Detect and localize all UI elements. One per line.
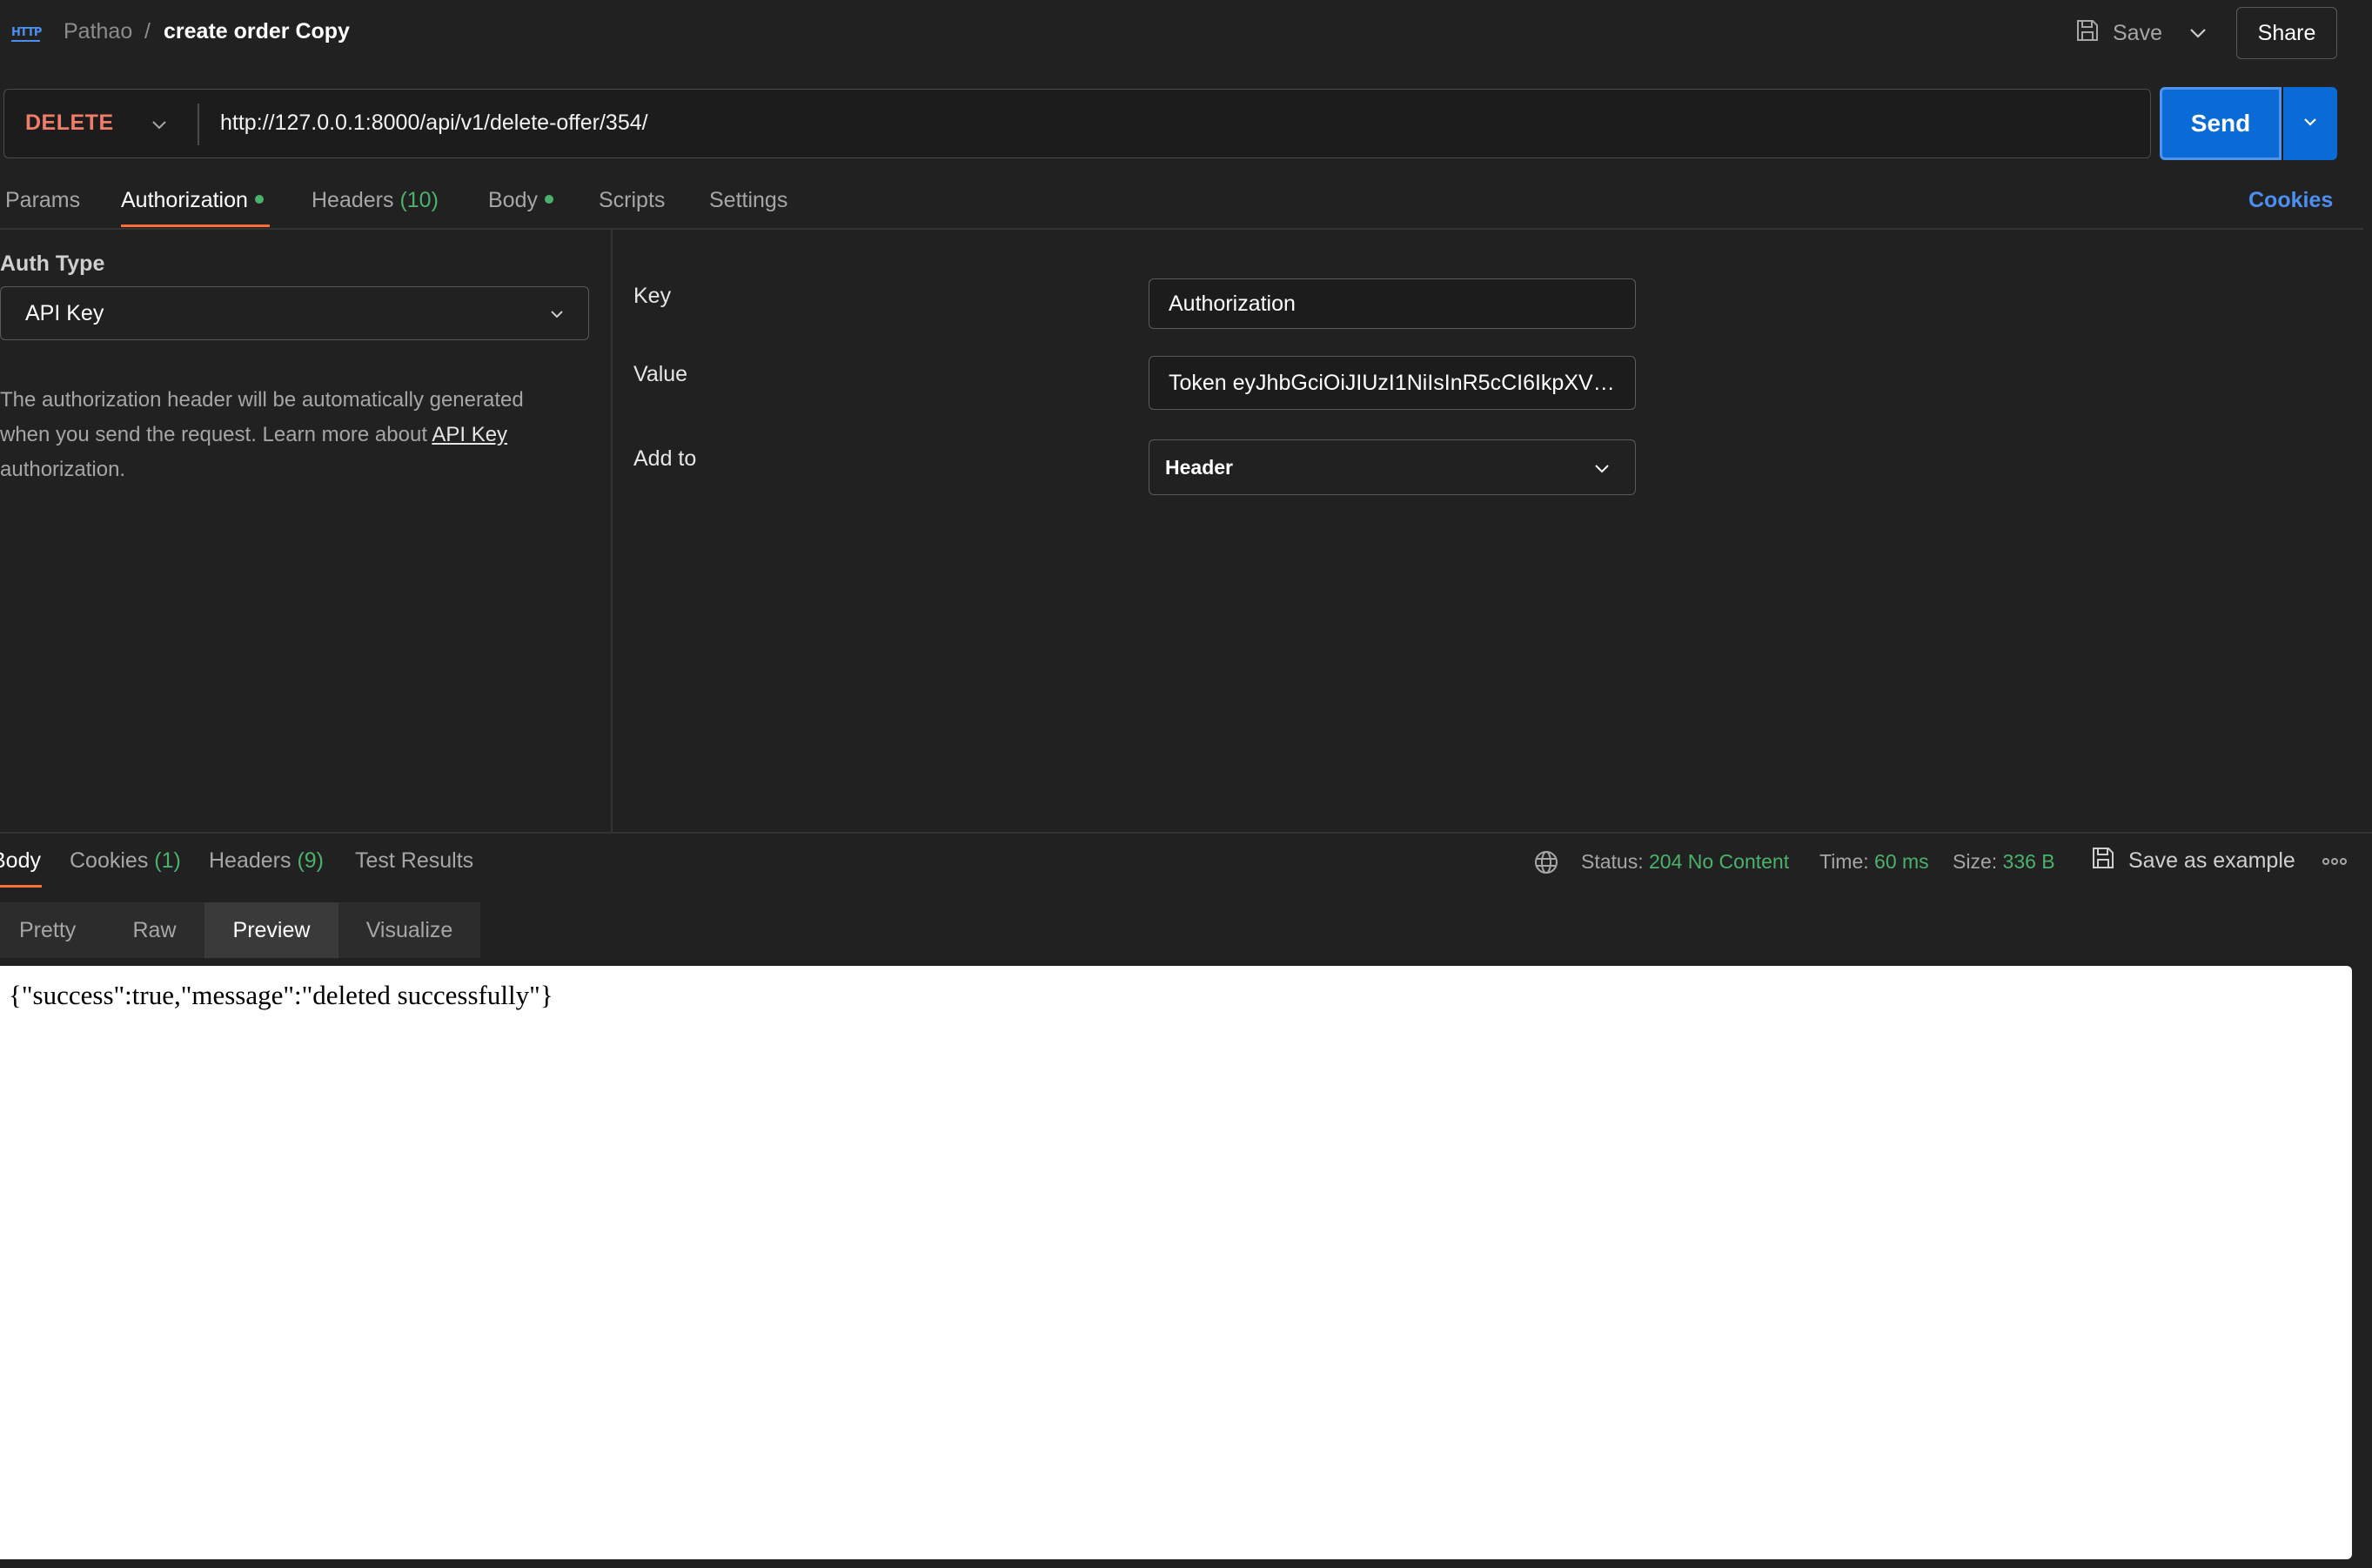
more-icon[interactable] — [2320, 851, 2349, 872]
tab-response-cookies-count: (1) — [154, 848, 181, 873]
modified-dot — [544, 195, 553, 204]
tab-body-label: Body — [488, 188, 538, 212]
save-as-example-button[interactable]: Save as example — [2090, 845, 2295, 876]
save-as-example-label: Save as example — [2128, 848, 2295, 873]
size-indicator: Size: 336 B — [1953, 850, 2055, 874]
add-to-label: Add to — [633, 446, 697, 471]
auth-help-suffix: authorization. — [0, 458, 126, 481]
status-label: Status: — [1581, 850, 1644, 873]
auth-type-select[interactable]: API Key — [0, 286, 589, 340]
value-label: Value — [633, 362, 688, 386]
top-bar: HTTP Pathao / create order Copy Save Sha… — [0, 0, 2372, 64]
chevron-down-icon[interactable] — [149, 114, 170, 135]
tab-authorization[interactable]: Authorization — [121, 188, 264, 213]
response-divider — [0, 832, 2372, 834]
tab-response-cookies-label: Cookies — [70, 848, 149, 873]
api-key-link[interactable]: API Key — [432, 423, 507, 446]
add-to-select[interactable]: Header — [1149, 439, 1636, 495]
value-input-value: Token eyJhbGciOiJIUzI1NiIsInR5cCI6IkpXVC… — [1169, 370, 1616, 395]
tab-response-cookies[interactable]: Cookies (1) — [70, 848, 181, 874]
auth-type-value: API Key — [25, 301, 104, 325]
save-icon — [2074, 17, 2101, 50]
save-icon — [2090, 845, 2116, 877]
chevron-down-icon — [547, 305, 566, 324]
active-tab-indicator — [121, 224, 270, 227]
tab-response-body[interactable]: Body — [0, 848, 41, 874]
method-select[interactable]: DELETE — [25, 111, 114, 136]
modified-dot — [254, 195, 264, 204]
size-label: Size: — [1953, 850, 1998, 873]
share-button[interactable]: Share — [2236, 7, 2337, 59]
http-icon: HTTP — [10, 19, 44, 45]
request-title[interactable]: create order Copy — [164, 19, 350, 44]
breadcrumb-collection[interactable]: Pathao — [64, 19, 132, 44]
size-value: 336 B — [2002, 850, 2055, 873]
view-pretty[interactable]: Pretty — [0, 902, 104, 958]
tab-scripts[interactable]: Scripts — [599, 188, 665, 213]
key-input[interactable]: Authorization — [1149, 278, 1636, 329]
time-value: 60 ms — [1874, 850, 1929, 873]
view-preview[interactable]: Preview — [204, 902, 338, 958]
tab-headers-count: (10) — [399, 188, 439, 212]
value-input[interactable]: Token eyJhbGciOiJIUzI1NiIsInR5cCI6IkpXVC… — [1149, 356, 1636, 410]
key-label: Key — [633, 284, 672, 308]
url-divider — [198, 104, 199, 145]
key-input-value: Authorization — [1169, 291, 1296, 316]
status-value: 204 No Content — [1649, 850, 1790, 873]
tab-response-headers[interactable]: Headers (9) — [209, 848, 324, 874]
tab-headers[interactable]: Headers (10) — [312, 188, 439, 213]
auth-type-label: Auth Type — [0, 251, 105, 276]
tab-headers-label: Headers — [312, 188, 394, 212]
chevron-down-icon — [2300, 111, 2321, 137]
chevron-down-icon — [1591, 458, 1612, 479]
tab-test-results[interactable]: Test Results — [355, 848, 473, 874]
send-button[interactable]: Send — [2160, 87, 2282, 160]
save-options-chevron-icon[interactable] — [2182, 19, 2214, 47]
tab-authorization-label: Authorization — [121, 188, 248, 212]
breadcrumb-separator: / — [144, 19, 151, 44]
time-indicator: Time: 60 ms — [1819, 850, 1929, 874]
tab-params[interactable]: Params — [5, 188, 80, 213]
time-label: Time: — [1819, 850, 1869, 873]
view-mode-switcher: Pretty Raw Preview Visualize — [0, 902, 480, 958]
url-input[interactable]: http://127.0.0.1:8000/api/v1/delete-offe… — [220, 111, 648, 136]
tabs-divider — [0, 228, 2363, 230]
save-label: Save — [2113, 20, 2162, 45]
auth-help-text: The authorization header will be automat… — [0, 383, 574, 487]
tab-settings[interactable]: Settings — [709, 188, 787, 213]
add-to-value: Header — [1165, 456, 1233, 479]
send-options-button[interactable] — [2283, 87, 2337, 160]
response-body-text: {"success":true,"message":"deleted succe… — [9, 980, 553, 1010]
tab-response-headers-label: Headers — [209, 848, 291, 873]
status-indicator: Status: 204 No Content — [1581, 850, 1789, 874]
svg-text:HTTP: HTTP — [11, 26, 42, 39]
cookies-link[interactable]: Cookies — [2248, 188, 2333, 213]
url-bar: DELETE http://127.0.0.1:8000/api/v1/dele… — [3, 89, 2151, 158]
tab-body[interactable]: Body — [488, 188, 553, 213]
view-raw[interactable]: Raw — [104, 902, 204, 958]
auth-divider — [611, 228, 613, 832]
response-preview: {"success":true,"message":"deleted succe… — [0, 966, 2352, 1559]
view-visualize[interactable]: Visualize — [338, 902, 480, 958]
tab-response-headers-count: (9) — [297, 848, 325, 873]
active-response-tab-indicator — [0, 885, 42, 888]
globe-icon[interactable] — [1533, 849, 1559, 875]
save-button[interactable]: Save — [2074, 16, 2162, 50]
